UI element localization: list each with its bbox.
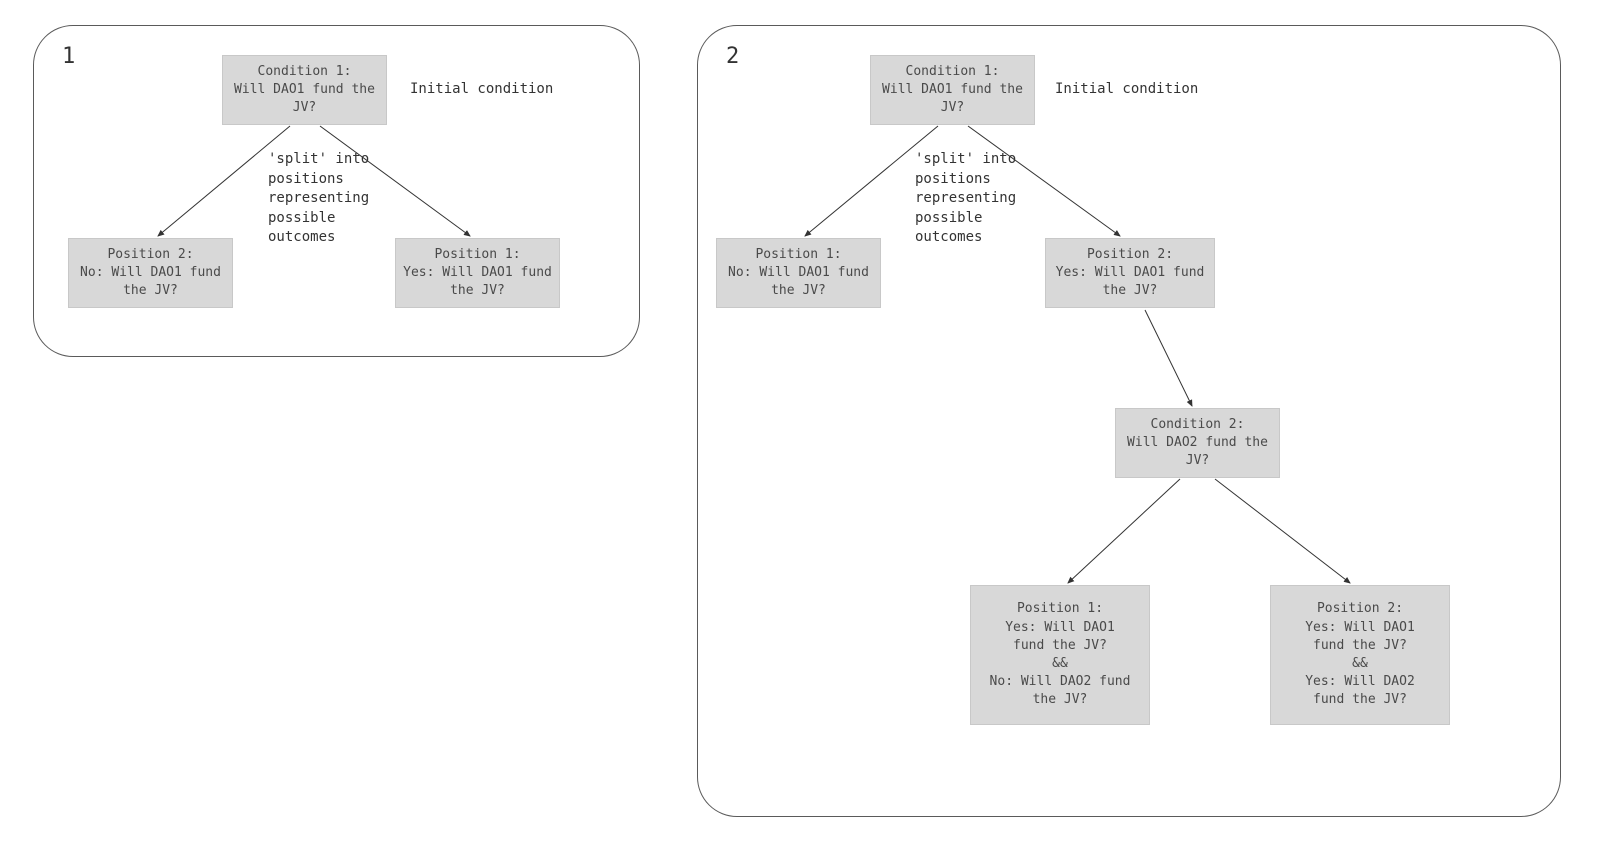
d1-initial-condition: Initial condition bbox=[410, 80, 553, 100]
panel-2-label: 2 bbox=[726, 44, 739, 69]
d1-condition-1: Condition 1: Will DAO1 fund the JV? bbox=[222, 55, 387, 125]
panel-1-label: 1 bbox=[62, 44, 75, 69]
d2-leaf-2: Position 2: Yes: Will DAO1 fund the JV? … bbox=[1270, 585, 1450, 725]
d2-leaf-1: Position 1: Yes: Will DAO1 fund the JV? … bbox=[970, 585, 1150, 725]
d2-condition-1: Condition 1: Will DAO1 fund the JV? bbox=[870, 55, 1035, 125]
d1-split-annotation: 'split' into positions representing poss… bbox=[268, 150, 369, 248]
d2-initial-condition: Initial condition bbox=[1055, 80, 1198, 100]
d2-position-2: Position 2: Yes: Will DAO1 fund the JV? bbox=[1045, 238, 1215, 308]
d2-split-annotation: 'split' into positions representing poss… bbox=[915, 150, 1016, 248]
d1-position-2: Position 2: No: Will DAO1 fund the JV? bbox=[68, 238, 233, 308]
d2-position-1: Position 1: No: Will DAO1 fund the JV? bbox=[716, 238, 881, 308]
d2-condition-2: Condition 2: Will DAO2 fund the JV? bbox=[1115, 408, 1280, 478]
d1-position-1: Position 1: Yes: Will DAO1 fund the JV? bbox=[395, 238, 560, 308]
